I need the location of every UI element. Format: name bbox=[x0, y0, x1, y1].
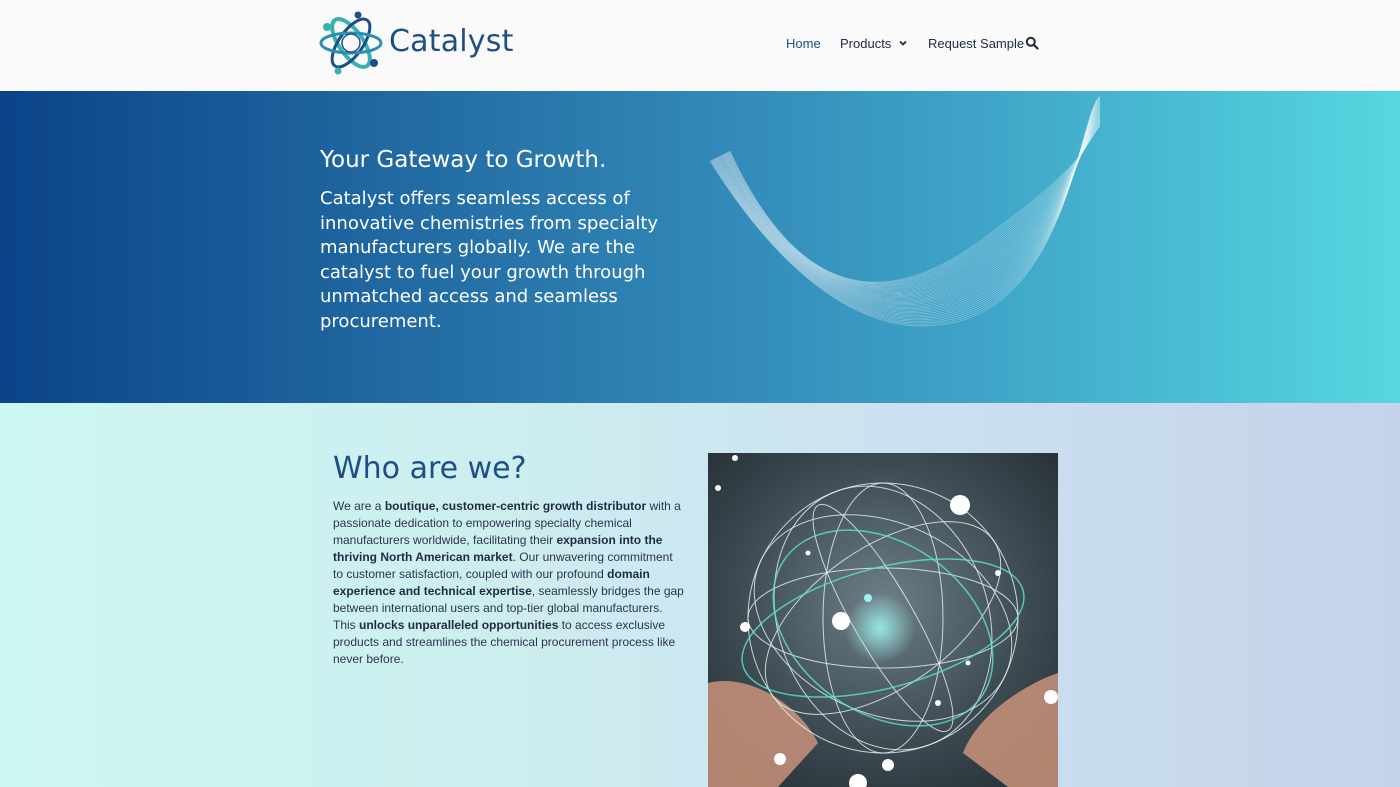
wave-line bbox=[723, 116, 1101, 293]
chevron-down-icon[interactable] bbox=[898, 38, 908, 48]
about-bold-1: boutique, customer-centric growth distri… bbox=[384, 499, 647, 513]
about-paragraph: We are a boutique, customer-centric grow… bbox=[333, 498, 685, 668]
wave-line bbox=[724, 117, 1101, 292]
catalyst-logo-icon[interactable] bbox=[318, 7, 384, 79]
wave-line bbox=[724, 118, 1101, 291]
hero-banner: Your Gateway to Growth. Catalyst offers … bbox=[0, 91, 1400, 403]
wave-line bbox=[719, 111, 1101, 300]
about-section: Who are we? We are a boutique, customer-… bbox=[0, 403, 1400, 787]
wave-line bbox=[727, 122, 1101, 286]
wave-line bbox=[715, 104, 1101, 311]
site-header: Catalyst Home Products Request Sample bbox=[0, 0, 1400, 91]
wave-line bbox=[721, 114, 1101, 296]
network-globe-image bbox=[708, 453, 1058, 787]
wave-line bbox=[721, 113, 1101, 297]
nav-products-link[interactable]: Products bbox=[840, 36, 891, 51]
hero-title: Your Gateway to Growth. bbox=[320, 147, 607, 173]
nav-request-sample-link[interactable]: Request Sample bbox=[928, 36, 1024, 51]
nav-item-products[interactable]: Products bbox=[840, 33, 908, 53]
wave-line bbox=[709, 95, 1101, 327]
wave-line bbox=[726, 120, 1101, 288]
wave-mesh-decoration bbox=[709, 95, 1101, 327]
search-icon[interactable] bbox=[1025, 36, 1039, 50]
wave-line bbox=[720, 111, 1101, 299]
wave-line bbox=[725, 119, 1101, 289]
nav-item-home[interactable]: Home bbox=[786, 33, 821, 53]
wave-line bbox=[711, 98, 1101, 321]
wave-line bbox=[723, 115, 1101, 294]
nav-item-request-sample[interactable]: Request Sample bbox=[928, 33, 1024, 53]
wave-line bbox=[725, 118, 1101, 290]
wave-line bbox=[720, 112, 1101, 298]
wave-line bbox=[722, 114, 1101, 295]
brand-name[interactable]: Catalyst bbox=[389, 24, 514, 59]
wave-line bbox=[726, 121, 1101, 287]
about-title: Who are we? bbox=[333, 451, 527, 486]
about-text-1: We are a bbox=[333, 499, 385, 513]
wave-line bbox=[727, 121, 1101, 287]
hero-description: Catalyst offers seamless access of innov… bbox=[320, 188, 659, 332]
wave-line bbox=[715, 104, 1101, 309]
wave-line bbox=[714, 103, 1101, 312]
wave-line bbox=[712, 99, 1101, 319]
nav-home-link[interactable]: Home bbox=[786, 36, 821, 51]
about-bold-4: unlocks unparalleled opportunities bbox=[359, 618, 559, 632]
search-button[interactable] bbox=[1025, 33, 1039, 53]
